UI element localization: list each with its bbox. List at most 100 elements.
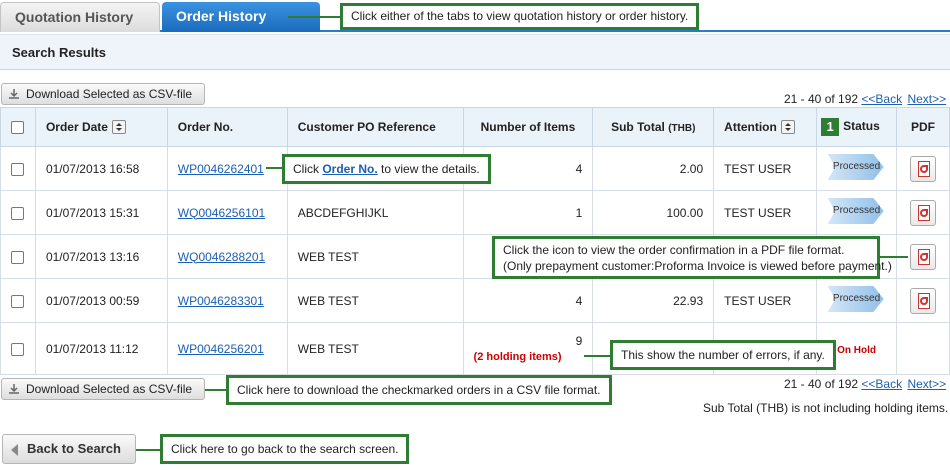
download-csv-button[interactable]: Download Selected as CSV-file [1,378,205,400]
pagination-top: 21 - 40 of 192 <<Back Next>> [784,92,946,106]
order-date-cell: 01/07/2013 11:12 [34,322,168,375]
items-cell: 4 [462,278,594,323]
row-select-cell [0,278,36,323]
col-number-of-items: Number of Items [462,107,594,147]
col-pdf-label: PDF [911,120,935,134]
col-order-no: Order No. [166,107,288,147]
status-badge: Processed [824,198,890,224]
pdf-cell [896,146,950,191]
pdf-icon[interactable] [910,199,936,226]
status-badge: Processed [824,154,890,180]
row-select-cell [0,234,36,279]
callout-order-no-prefix: Click [293,162,319,176]
order-no-link[interactable]: WP0046262401 [178,162,264,176]
step-marker-badge: 1 [821,118,840,136]
pagination-bottom: 21 - 40 of 192 <<Back Next>> [784,377,946,391]
col-sub-total: Sub Total (THB) [592,107,715,147]
col-attention: Attention [713,107,818,147]
status-text: Processed [832,205,881,216]
order-date-cell: 01/07/2013 13:16 [34,234,168,279]
download-csv-label: Download Selected as CSV-file [26,87,193,101]
items-cell: 9 (2 holding items) [462,322,594,375]
pagination-back-link[interactable]: <<Back [861,92,902,106]
row-checkbox[interactable] [11,294,25,308]
callout-connector [878,256,908,258]
col-pdf: PDF [896,107,950,147]
callout-pdf-line1: Click the icon to view the order confirm… [503,243,845,257]
subtotal-cell: 100.00 [592,190,715,235]
order-no-link[interactable]: WQ0046256101 [178,206,265,220]
sort-order-date-icon[interactable] [111,120,126,135]
back-to-search-button[interactable]: Back to Search [2,434,136,464]
row-checkbox[interactable] [11,206,25,220]
status-text: Processed [832,161,881,172]
col-attention-label: Attention [724,119,777,134]
select-all-header [0,107,36,147]
col-sub-total-currency: (THB) [668,123,696,134]
order-date-cell: 01/07/2013 00:59 [34,278,168,323]
row-checkbox[interactable] [11,250,25,264]
order-no-link[interactable]: WQ0046288201 [178,250,265,264]
subtotal-cell: 2.00 [592,146,715,191]
holding-items-count: (2 holding items) [473,350,562,363]
col-order-no-label: Order No. [177,120,234,134]
items-cell: 1 [462,190,594,235]
col-status-label: Status [843,119,880,134]
col-order-date-label: Order Date [45,119,108,134]
callout-back: Click here to go back to the search scre… [160,434,410,464]
col-sub-total-label: Sub Total [611,120,665,134]
order-no-link[interactable]: WP0046256201 [178,342,264,356]
table-row: 01/07/2013 15:31 WQ0046256101 ABCDEFGHIJ… [0,190,950,235]
po-ref-cell: WEB TEST [286,278,464,323]
po-ref-cell: ABCDEFGHIJKL [286,190,464,235]
pdf-cell [896,278,950,323]
callout-order-no: Click Order No. to view the details. [282,154,491,184]
status-badge: Processed [824,286,890,312]
po-ref-cell: WEB TEST [286,234,464,279]
table-header-row: Order Date Order No. Customer PO Referen… [0,107,950,147]
pdf-icon[interactable] [910,287,936,314]
pagination-next-link[interactable]: Next>> [907,377,946,391]
attention-cell: TEST USER [713,146,818,191]
col-status: 1 Status [816,107,898,147]
col-customer-po: Customer PO Reference [286,107,464,147]
pdf-cell [896,322,950,375]
po-ref-cell: WEB TEST [286,322,464,375]
status-cell: Processed [816,146,898,191]
status-cell: Processed [816,278,898,323]
callout-connector [136,449,162,451]
order-date-cell: 01/07/2013 16:58 [34,146,168,191]
pagination-range: 21 - 40 of 192 [784,92,859,106]
back-arrow-icon [11,444,18,456]
items-count: 9 [575,333,583,348]
callout-tabs: Click either of the tabs to view quotati… [340,3,700,30]
order-no-cell: WP0046283301 [166,278,288,323]
sort-attention-icon[interactable] [780,120,795,135]
row-select-cell [0,146,36,191]
pagination-next-link[interactable]: Next>> [907,92,946,106]
callout-pdf: Click the icon to view the order confirm… [492,236,892,279]
order-no-link[interactable]: WP0046283301 [178,294,264,308]
download-icon [9,89,19,99]
table-row: 01/07/2013 00:59 WP0046283301 WEB TEST 4… [0,278,950,323]
select-all-checkbox[interactable] [11,121,25,135]
callout-connector [288,16,342,18]
pagination-back-link[interactable]: <<Back [861,377,902,391]
pdf-icon[interactable] [910,243,936,270]
back-to-search-label: Back to Search [27,441,121,456]
callout-pdf-line2: (Only prepayment customer:Proforma Invoi… [503,259,892,273]
order-no-cell: WQ0046288201 [166,234,288,279]
order-no-cell: WP0046256201 [166,322,288,375]
tab-quotation-history[interactable]: Quotation History [0,2,160,32]
row-checkbox[interactable] [11,162,25,176]
callout-connector [584,355,612,357]
row-select-cell [0,190,36,235]
callout-order-no-link: Order No. [322,162,378,176]
status-cell: Processed [816,190,898,235]
download-csv-button[interactable]: Download Selected as CSV-file [1,83,205,105]
col-number-of-items-label: Number of Items [480,120,576,134]
status-text: Processed [832,293,881,304]
row-checkbox[interactable] [11,342,25,356]
attention-cell: TEST USER [713,190,818,235]
pdf-icon[interactable] [910,155,936,182]
